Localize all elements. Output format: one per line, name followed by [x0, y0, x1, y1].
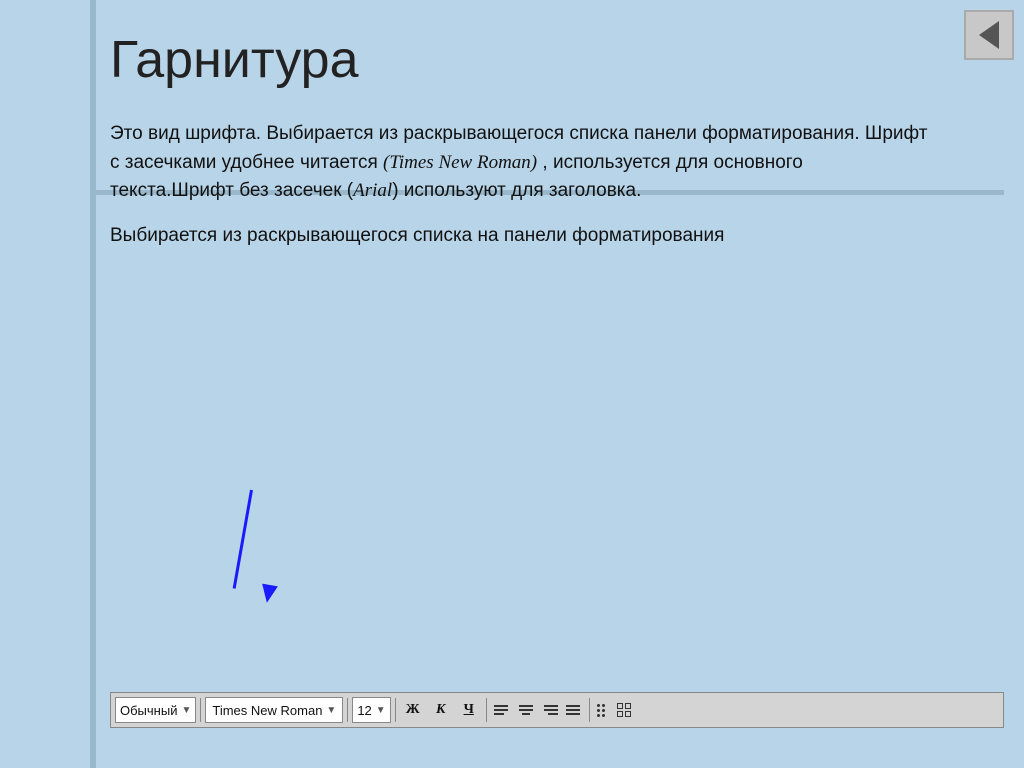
- justify-icon: [566, 705, 580, 707]
- spacing-dot: [602, 704, 605, 707]
- line-spacing-button[interactable]: [594, 697, 612, 723]
- align-right-icon-2: [544, 709, 558, 711]
- toolbar-divider-3: [395, 698, 396, 722]
- align-center-icon: [519, 705, 533, 707]
- body-paragraph-1: Это вид шрифта. Выбирается из раскрывающ…: [110, 120, 930, 206]
- size-label: 12: [357, 703, 371, 718]
- style-dropdown[interactable]: Обычный ▼: [115, 697, 196, 723]
- spacing-row-3: [597, 714, 609, 717]
- italic-button[interactable]: К: [428, 697, 454, 723]
- spacing-dot: [602, 709, 605, 712]
- spacing-row-1: [597, 704, 609, 707]
- arrow-head-icon: [259, 584, 278, 605]
- font-dropdown-arrow-icon: ▼: [326, 705, 336, 716]
- spacing-dot: [597, 714, 600, 717]
- toolbar-divider-5: [589, 698, 590, 722]
- align-left-button[interactable]: [491, 697, 513, 723]
- slide-title: Гарнитура: [110, 30, 1004, 90]
- italic-label: К: [436, 702, 446, 718]
- font-label: Times New Roman: [212, 703, 322, 718]
- body-paragraph-2: Выбирается из раскрывающегося списка на …: [110, 222, 930, 251]
- borders-button[interactable]: [614, 697, 634, 723]
- align-right-icon: [544, 705, 558, 707]
- align-center-icon-3: [522, 713, 530, 715]
- align-left-icon-2: [494, 709, 508, 711]
- spacing-dot: [597, 704, 600, 707]
- borders-icon: [617, 703, 631, 717]
- spacing-dot: [597, 709, 600, 712]
- align-left-icon: [494, 705, 508, 707]
- align-center-icon-2: [519, 709, 533, 711]
- slide-content: Гарнитура Это вид шрифта. Выбирается из …: [110, 30, 1004, 748]
- justify-button[interactable]: [563, 697, 585, 723]
- spacing-row-2: [597, 709, 609, 712]
- justify-icon-2: [566, 709, 580, 711]
- toolbar-divider-4: [486, 698, 487, 722]
- size-dropdown[interactable]: 12 ▼: [352, 697, 390, 723]
- underline-label: Ч: [464, 702, 474, 718]
- style-dropdown-arrow-icon: ▼: [181, 705, 191, 716]
- style-label: Обычный: [120, 703, 177, 718]
- justify-icon-3: [566, 713, 580, 715]
- size-dropdown-arrow-icon: ▼: [376, 705, 386, 716]
- font-dropdown[interactable]: Times New Roman ▼: [205, 697, 343, 723]
- align-right-button[interactable]: [539, 697, 561, 723]
- body-text-italic-arial: Arial: [353, 180, 392, 201]
- align-center-button[interactable]: [515, 697, 537, 723]
- arrow-pointer: [200, 490, 204, 600]
- bold-label: Ж: [406, 702, 420, 718]
- body-text-italic-tnr: (Times New Roman): [383, 152, 537, 173]
- formatting-toolbar: Обычный ▼ Times New Roman ▼ 12 ▼ Ж К Ч: [110, 692, 1004, 728]
- spacing-dot: [602, 714, 605, 717]
- align-right-icon-3: [548, 713, 558, 715]
- bold-button[interactable]: Ж: [400, 697, 426, 723]
- toolbar-divider-1: [200, 698, 201, 722]
- left-stripe: [90, 0, 96, 768]
- toolbar-divider-2: [347, 698, 348, 722]
- align-left-icon-3: [494, 713, 504, 715]
- underline-button[interactable]: Ч: [456, 697, 482, 723]
- body-text-1c: ) используют для заголовка.: [392, 180, 641, 201]
